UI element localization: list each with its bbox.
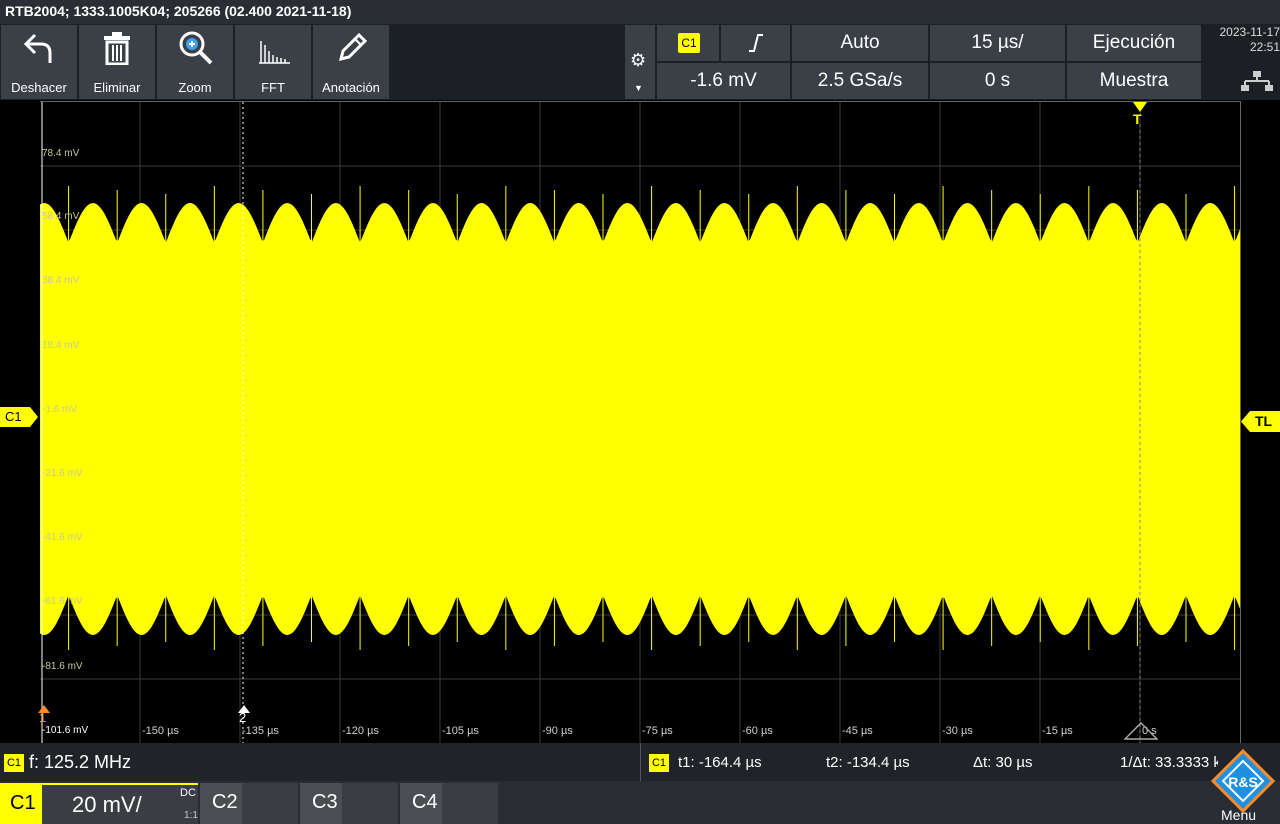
y-axis-label: 18.4 mV <box>42 340 80 351</box>
gear-icon: ⚙ <box>630 50 647 70</box>
x-axis-label: -150 µs <box>142 725 179 737</box>
y-axis-label: -61.6 mV <box>42 596 83 607</box>
settings-button[interactable]: ⚙ ▼ <box>625 25 655 99</box>
trigger-position-label: T <box>1133 111 1142 127</box>
network-icon <box>1241 71 1273 91</box>
divider <box>640 743 641 781</box>
instrument-title: RTB2004; 1333.1005K04; 205266 (02.400 20… <box>5 3 352 19</box>
x-axis-label: -60 µs <box>742 725 773 737</box>
sample-rate[interactable]: 2.5 GSa/s <box>792 63 928 99</box>
channel-3-settings <box>342 783 398 824</box>
channel-3-button[interactable]: C3 <box>300 783 398 824</box>
y-axis-label: 38.4 mV <box>42 275 80 286</box>
zoom-label: Zoom <box>178 80 212 95</box>
frequency-readout[interactable]: f: 125.2 MHz <box>29 752 131 773</box>
channel-1-scale[interactable]: 20 mV/ <box>72 792 142 818</box>
channel-2-settings <box>242 783 298 824</box>
date: 2023-11-17 <box>1219 25 1280 39</box>
channel-2-name: C2 <box>212 791 238 813</box>
y-axis-label: -101.6 mV <box>42 725 89 736</box>
cursor-1-label: 1 <box>39 710 47 725</box>
measurement-bar: C1 f: 125.2 MHz C1 t1: -164.4 µs t2: -13… <box>0 743 1280 781</box>
undo-icon <box>23 33 52 63</box>
zoom-button[interactable]: Zoom <box>157 25 233 99</box>
trigger-slope-cell[interactable] <box>721 25 790 61</box>
run-state[interactable]: Ejecución <box>1067 25 1201 61</box>
trash-icon <box>104 32 130 65</box>
cursor-2-label: 2 <box>239 710 247 725</box>
trigger-source-tag: C1 <box>678 33 700 53</box>
channel-1-trace <box>40 203 1240 635</box>
undo-label: Deshacer <box>11 80 67 95</box>
channel-4-name: C4 <box>412 791 438 813</box>
channel-2-button[interactable]: C2 <box>200 783 298 824</box>
trigger-position-marker[interactable]: T <box>1131 101 1149 127</box>
trigger-offset-triangle-icon <box>1124 722 1158 740</box>
svg-text:R&S: R&S <box>1228 774 1258 790</box>
cursor-2-handle[interactable]: 2 <box>238 702 250 726</box>
x-axis-label: -15 µs <box>1042 725 1073 737</box>
cursor-1-handle[interactable]: 1 <box>38 702 50 726</box>
cursor-channel-tag: C1 <box>649 754 669 772</box>
channel-1-name: C1 <box>10 792 36 814</box>
y-axis-label: 78.4 mV <box>42 148 80 159</box>
horizontal-position[interactable]: 0 s <box>930 63 1065 99</box>
datetime: 2023-11-17 22:51 <box>1205 25 1280 55</box>
title-bar: RTB2004; 1333.1005K04; 205266 (02.400 20… <box>0 0 1280 24</box>
annotation-button[interactable]: Anotación <box>313 25 389 99</box>
annotation-label: Anotación <box>322 80 380 95</box>
rising-edge-icon <box>748 34 763 52</box>
rohde-schwarz-logo-icon: R&S <box>1211 749 1275 813</box>
trigger-level-marker[interactable]: TL <box>1241 411 1280 432</box>
channel-3-name: C3 <box>312 791 338 813</box>
x-axis-label: -30 µs <box>942 725 973 737</box>
acquisition-mode[interactable]: Muestra <box>1067 63 1201 99</box>
delete-label: Eliminar <box>93 80 141 95</box>
y-axis-label: -1.6 mV <box>42 404 78 415</box>
x-axis-label: -120 µs <box>342 725 379 737</box>
zoom-icon <box>179 31 213 65</box>
caret-down-icon: ▼ <box>634 83 643 93</box>
x-axis-label: -45 µs <box>842 725 873 737</box>
x-axis-label: -105 µs <box>442 725 479 737</box>
trigger-level[interactable]: -1.6 mV <box>657 63 790 99</box>
channel-4-button[interactable]: C4 <box>400 783 498 824</box>
time-per-div[interactable]: 15 µs/ <box>930 25 1065 61</box>
channel-1-probe: 1:1 <box>184 810 198 821</box>
y-axis-label: 58.4 mV <box>42 211 80 222</box>
y-axis-label: -21.6 mV <box>42 468 83 479</box>
x-axis-label: -90 µs <box>542 725 573 737</box>
channel-1-underline <box>42 783 198 785</box>
y-axis-label: -81.6 mV <box>42 661 83 672</box>
menu-label: Menu <box>1221 807 1257 823</box>
waveform-display[interactable] <box>40 101 1241 743</box>
channel-1-button[interactable]: C1 20 mV/ DC 1:1 <box>0 783 198 824</box>
y-axis-label: -41.6 mV <box>42 532 83 543</box>
channel-1-offset-marker[interactable]: C1 <box>0 407 38 427</box>
delete-button[interactable]: Eliminar <box>79 25 155 99</box>
trigger-source-cell[interactable]: C1 <box>657 25 719 61</box>
x-axis-label: -135 µs <box>242 725 279 737</box>
fft-button[interactable]: FFT <box>235 25 311 99</box>
x-axis-label: -75 µs <box>642 725 673 737</box>
channel-1-coupling: DC <box>180 787 196 799</box>
fft-label: FFT <box>261 80 285 95</box>
freq-channel-tag: C1 <box>4 754 24 772</box>
channel-4-settings <box>442 783 498 824</box>
channel-1-offset-label: C1 <box>5 409 22 424</box>
menu-button[interactable]: R&S Menu <box>1205 749 1280 824</box>
pencil-icon <box>338 32 368 62</box>
cursor-delta-t[interactable]: Δt: 30 µs <box>973 754 1033 771</box>
cursor-inverse-delta-t[interactable]: 1/Δt: 33.3333 kHz <box>1120 754 1218 771</box>
waveform-canvas <box>40 102 1240 743</box>
undo-button[interactable]: Deshacer <box>1 25 77 99</box>
cursor-t2[interactable]: t2: -134.4 µs <box>826 754 910 771</box>
trigger-mode[interactable]: Auto <box>792 25 928 61</box>
fft-icon <box>259 41 290 64</box>
trigger-level-label: TL <box>1255 413 1273 429</box>
cursor-t1[interactable]: t1: -164.4 µs <box>678 754 762 771</box>
time: 22:51 <box>1249 40 1280 54</box>
